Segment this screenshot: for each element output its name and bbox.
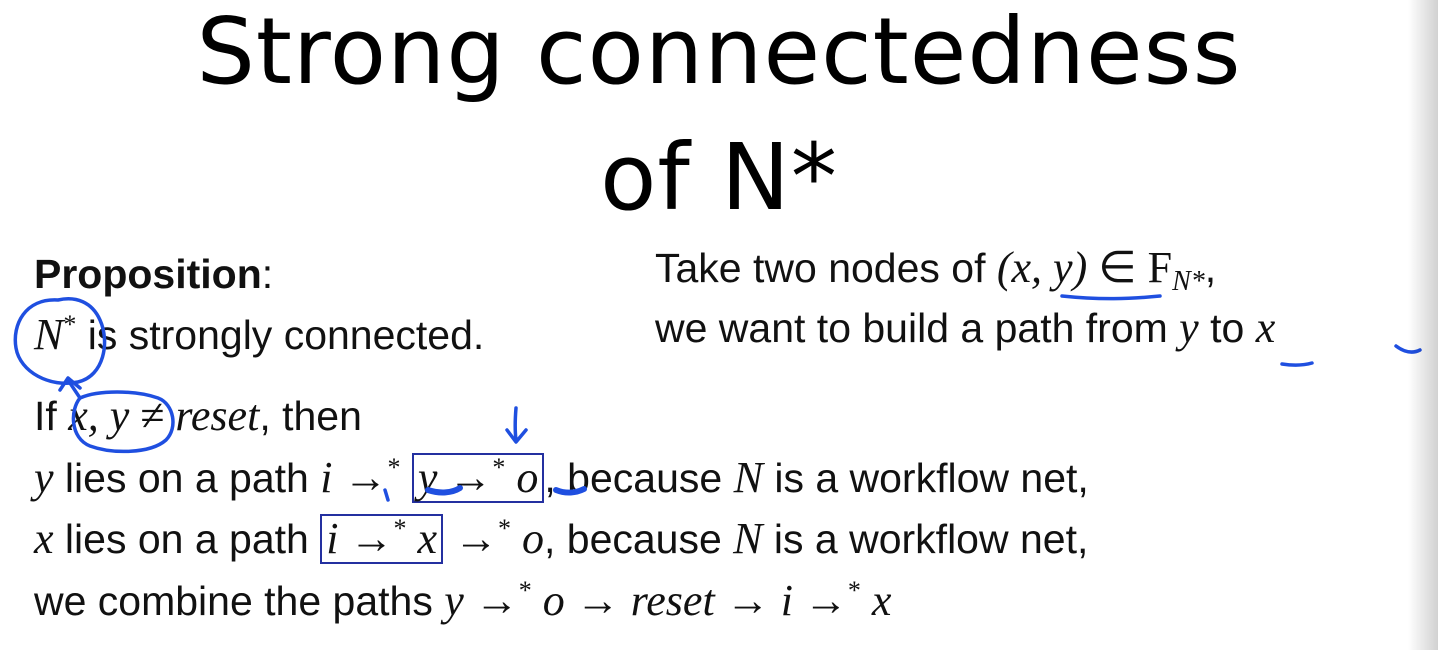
proof-line-1: y lies on a path i →* y →* o, because N … xyxy=(34,453,1089,503)
proof-if-then: , then xyxy=(259,393,362,439)
intro-line-1: Take two nodes of (x, y) ∈ FN*, xyxy=(655,246,1216,296)
proof-if-vars: x, y xyxy=(68,391,130,440)
proof-if-line: If x, y ≠ reset, then xyxy=(34,394,362,438)
proof-l1-because: , because xyxy=(544,455,734,501)
proof-l3-star-1: * xyxy=(518,576,532,605)
proof-if-word: If xyxy=(34,393,69,439)
down-arrow-head-annotation xyxy=(505,428,528,444)
proof-l2-because: , because xyxy=(543,516,734,562)
proof-l3-star-4: * xyxy=(847,576,861,605)
proof-l3-arrow-4: → xyxy=(792,576,848,625)
intro-set-subscript: N* xyxy=(1172,266,1205,297)
intro-comma: , xyxy=(1204,245,1217,291)
proposition-colon: : xyxy=(261,251,274,297)
proposition-subject: N xyxy=(34,310,64,359)
proof-l2-arrow: → xyxy=(442,514,498,563)
proof-l3-i: i xyxy=(780,576,793,625)
proof-l1-star: * xyxy=(387,453,401,482)
proof-l1-N: N xyxy=(733,453,763,502)
proof-if-reset: reset xyxy=(175,391,260,440)
intro-var-x: x xyxy=(1255,303,1276,352)
proof-l2-boxed-arrow: → xyxy=(338,514,394,563)
proof-l3-arrow-3: → xyxy=(714,576,781,625)
proof-l2-boxed-i: i xyxy=(326,514,339,563)
intro-pair: (x, y) xyxy=(996,243,1088,292)
proof-line-2: x lies on a path i →* x →* o, because N … xyxy=(34,514,1089,564)
proof-l1-var: y xyxy=(34,453,54,502)
down-arrow-annotation xyxy=(513,406,518,442)
proof-l2-var: x xyxy=(34,514,54,563)
proof-l2-boxed-segment: i →* x xyxy=(320,514,443,564)
proof-l3-text: we combine the paths xyxy=(34,578,445,624)
proposition-heading: Proposition xyxy=(34,251,262,297)
proposition-subject-star: * xyxy=(63,310,77,339)
proof-l1-boxed-y: y xyxy=(417,453,438,502)
intro-text-2b: to xyxy=(1198,305,1256,351)
proof-l3-o: o xyxy=(531,576,565,625)
underline-y-annotation xyxy=(1280,361,1314,367)
proof-l1-i: i xyxy=(320,453,333,502)
arrow-head-n-star-annotation xyxy=(58,376,82,392)
proof-line-3: we combine the paths y →* o → reset → i … xyxy=(34,578,891,623)
proof-l2-boxed-x: x xyxy=(406,514,437,563)
proof-l1-text: lies on a path xyxy=(53,455,321,501)
proof-l1-tail: is a workflow net, xyxy=(762,455,1089,501)
intro-text-1: Take two nodes of xyxy=(655,245,997,291)
slide-title-line-1: Strong connectedness xyxy=(196,0,1242,105)
proof-l2-boxed-star: * xyxy=(393,514,407,543)
slide-title-line-2: of N* xyxy=(600,124,838,231)
proof-l3-x: x xyxy=(860,576,892,625)
slide: Strong connectedness of N* Proposition: … xyxy=(0,0,1438,650)
intro-in-symbol: ∈ F xyxy=(1087,243,1173,292)
intro-var-y: y xyxy=(1179,303,1199,352)
proposition-statement: is strongly connected. xyxy=(76,312,485,358)
proof-l3-y: y xyxy=(444,576,464,625)
proof-l2-text: lies on a path xyxy=(53,516,321,562)
proof-if-neq: ≠ xyxy=(129,391,176,440)
proof-l1-boxed-arrow: → xyxy=(437,453,493,502)
proof-l3-arrow-1: → xyxy=(463,576,519,625)
proof-l1-arrow: → xyxy=(332,453,388,502)
proof-l2-star: * xyxy=(497,514,511,543)
proof-l1-boxed-o: o xyxy=(505,453,539,502)
proof-l3-arrow-2: → xyxy=(564,576,631,625)
intro-line-2: we want to build a path from y to x xyxy=(655,306,1275,350)
underline-pair-annotation xyxy=(1060,294,1162,301)
proof-l2-o: o xyxy=(510,514,544,563)
proposition-heading-line: Proposition: xyxy=(34,254,273,295)
intro-text-2a: we want to build a path from xyxy=(655,305,1180,351)
proof-l1-boxed-star: * xyxy=(492,453,506,482)
proof-l2-tail: is a workflow net, xyxy=(762,516,1089,562)
slide-edge-shadow xyxy=(1408,0,1438,650)
proposition-statement-line: N* is strongly connected. xyxy=(34,312,484,357)
proof-l2-N: N xyxy=(733,514,763,563)
proof-l1-boxed-segment: y →* o xyxy=(411,453,545,503)
proof-l3-reset: reset xyxy=(630,576,715,625)
